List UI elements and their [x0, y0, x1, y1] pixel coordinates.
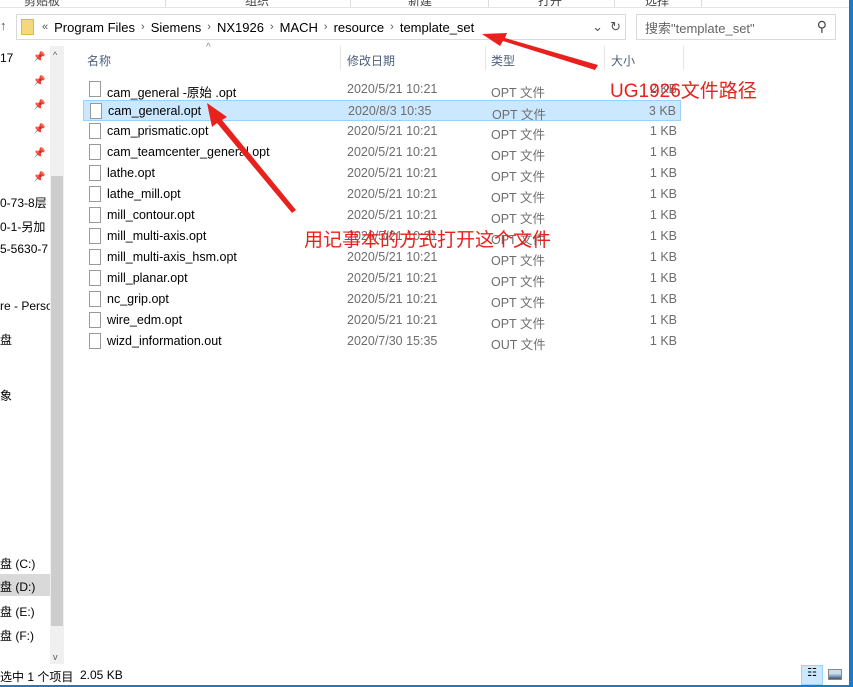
arrow-to-file [207, 103, 296, 213]
arrow-to-path [482, 33, 598, 70]
annotation-path-note: UG1926文件路径 [610, 81, 757, 102]
annotation-arrows [207, 33, 598, 213]
annotation-open-note: 用记事本的方式打开这个文件 [304, 230, 552, 251]
